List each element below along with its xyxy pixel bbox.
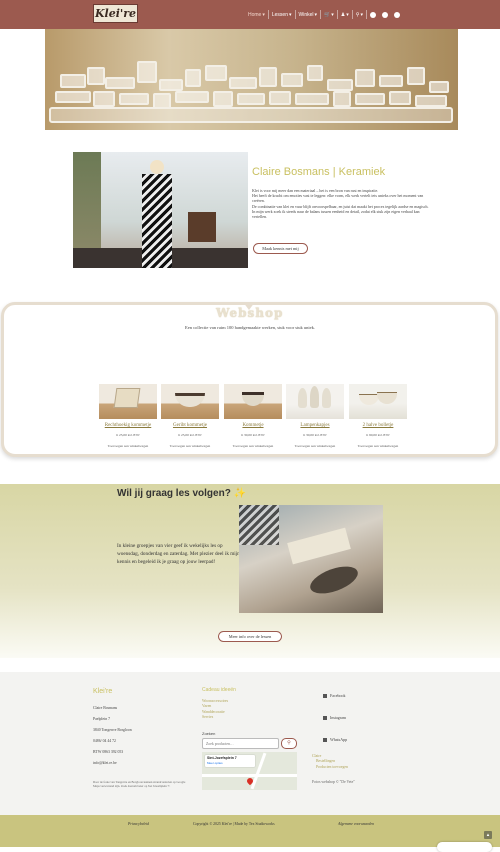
add-to-cart-link[interactable]: Toevoegen aan winkelwagen [224,444,282,448]
facebook-icon [323,693,327,698]
copyright: Copyright © 2025 Klei're | Made by Tex S… [193,822,275,826]
chevron-down-icon: ▾ [331,11,334,18]
contact-email[interactable]: info@klei.re.be [93,761,132,772]
product-name[interactable]: 2 halve bolletje [349,423,407,428]
hero-image [45,29,458,130]
location-map[interactable]: Sint-Jozefsplein 7 Meer opties [202,752,297,790]
search-button[interactable]: ⚲ ▾ [353,10,366,20]
product-name[interactable]: Rechthoekig kommetje [99,423,157,428]
privacy-link[interactable]: Privacybeleid [128,822,149,826]
intro-paragraph: Het heeft de kracht om emoties vast te l… [252,193,424,204]
footer-search-input[interactable] [202,738,279,749]
main-nav: Home ▾ Lessen ▾ Winkel ▾ 🛒 ▾ ♟ ▾ ⚲ ▾ [245,0,403,29]
chevron-down-icon: ▾ [346,11,349,18]
add-to-cart-link[interactable]: Toevoegen aan winkelwagen [286,444,344,448]
lessons-title: Wil jij graag les volgen? ✨ [117,488,247,499]
webshop-subtitle: Een collectie van ruim 100 handgemaakte … [185,325,315,330]
lessons-text: In kleine groepjes van vier geef ik weke… [117,543,240,565]
footer-brand: Klei're [93,688,113,695]
add-to-cart-link[interactable]: Toevoegen aan winkelwagen [349,444,407,448]
account-list: Claire Bestellingen Producten toevoegen [312,754,348,770]
contact-name: Claire Bosmans [93,706,118,710]
product-image[interactable] [286,384,344,419]
gifts-heading: Cadeau ideeën [202,687,236,693]
whatsapp-icon [323,737,327,742]
product-name[interactable]: Geribt kommetje [161,423,219,428]
user-icon: ♟ [340,11,346,18]
chevron-down-icon: ▾ [314,11,318,18]
intro-text: Klei is voor mij meer dan een materiaal … [252,188,432,219]
chevron-down-icon: ▾ [360,11,363,18]
contact-vat: BTW 0863 392 053 [93,750,124,754]
terms-link[interactable]: Algemene voorwaarden [338,822,374,826]
footer-instagram[interactable]: Instagram [323,715,346,720]
product-image[interactable] [224,384,282,419]
gifts-list: Woonaccessoires Vazen Wanddecoratie Serv… [202,699,228,721]
lessons-info-button[interactable]: Meer info over de lessen [218,631,282,642]
map-place-label: Sint-Jozefsplein 7 [207,756,237,760]
footer-search-button[interactable]: ⚲ [281,738,297,749]
cart-icon: 🛒 [324,11,331,18]
portrait-photo [73,152,248,268]
intro-title: Claire Bosmans | Keramiek [252,166,386,178]
footer-facebook[interactable]: Facebook [323,693,346,698]
facebook-icon[interactable] [369,11,376,18]
product-image[interactable] [349,384,407,419]
webshop-title: Webshop [216,306,284,320]
about-me-button[interactable]: Maak kennis met mij [253,243,308,254]
photo-credit: Fotos webshop © "De Vete" [312,780,355,784]
nav-lessen[interactable]: Lessen ▾ [269,10,295,20]
search-icon: ⚲ [355,11,360,18]
search-heading: Zoeken [202,731,216,736]
bottom-bar [0,815,500,847]
contact-street: Paelplein 7 [93,717,110,721]
product-image[interactable] [99,384,157,419]
product-card[interactable]: Geribt kommetje € 25,00 incl. BTW Toevoe… [161,384,219,448]
nav-winkel[interactable]: Winkel ▾ [296,10,321,20]
nav-home[interactable]: Home ▾ [245,10,268,20]
chevron-up-icon: ▴ [486,832,490,838]
product-price: € 30,00 incl. BTW [303,433,327,437]
product-image[interactable] [161,384,219,419]
instagram-icon[interactable] [381,11,388,18]
address-note: Door de foute van Tongerrre en Borgloon … [93,780,186,788]
gift-link[interactable]: Servies [202,715,228,720]
search-icon: ⚲ [287,740,291,746]
add-products-link[interactable]: Producten toevoegen [312,765,348,770]
scroll-top-button[interactable]: ▴ [484,831,492,839]
logo[interactable]: Klei're [93,4,138,23]
cookie-badge[interactable] [437,842,492,852]
product-price: € 25,00 incl. BTW [178,433,202,437]
footer-whatsapp[interactable]: WhatsApp [323,737,347,742]
lessons-photo [239,505,383,613]
product-price: € 30,00 incl. BTW [241,433,265,437]
chevron-down-icon: ▾ [288,11,292,18]
contact-details: Claire Bosmans Paelplein 7 3840 Tongerrr… [93,706,132,772]
product-card[interactable]: Lampenkapjes € 30,00 incl. BTW Toevoegen… [286,384,344,448]
instagram-icon [323,715,327,720]
chevron-down-icon: ▾ [262,11,265,18]
product-name[interactable]: Kommetje [224,423,282,428]
product-name[interactable]: Lampenkapjes [286,423,344,428]
contact-city: 3840 Tongerrre Borgloon [93,728,132,732]
cart-button[interactable]: 🛒 ▾ [321,10,337,20]
product-card[interactable]: Rechthoekig kommetje € 25,00 incl. BTW T… [99,384,157,448]
product-card[interactable]: 2 halve bolletje € 90,00 incl. BTW Toevo… [349,384,407,448]
add-to-cart-link[interactable]: Toevoegen aan winkelwagen [161,444,219,448]
add-to-cart-link[interactable]: Toevoegen aan winkelwagen [99,444,157,448]
nav-divider [365,10,367,19]
intro-paragraph: In mijn werk zoek ik steeds naar de bala… [252,208,420,220]
product-price: € 90,00 incl. BTW [366,433,390,437]
account-button[interactable]: ♟ ▾ [338,10,352,20]
map-options-link[interactable]: Meer opties [207,761,223,765]
whatsapp-icon[interactable] [393,11,400,18]
person-figure [138,160,176,268]
product-price: € 25,00 incl. BTW [116,433,140,437]
site-header: Klei're Home ▾ Lessen ▾ Winkel ▾ 🛒 ▾ ♟ ▾ ⚲ ▾ [0,0,500,29]
product-card[interactable]: Kommetje € 30,00 incl. BTW Toevoegen aan… [224,384,282,448]
contact-phone[interactable]: 0486/ 04 44 72 [93,739,132,750]
